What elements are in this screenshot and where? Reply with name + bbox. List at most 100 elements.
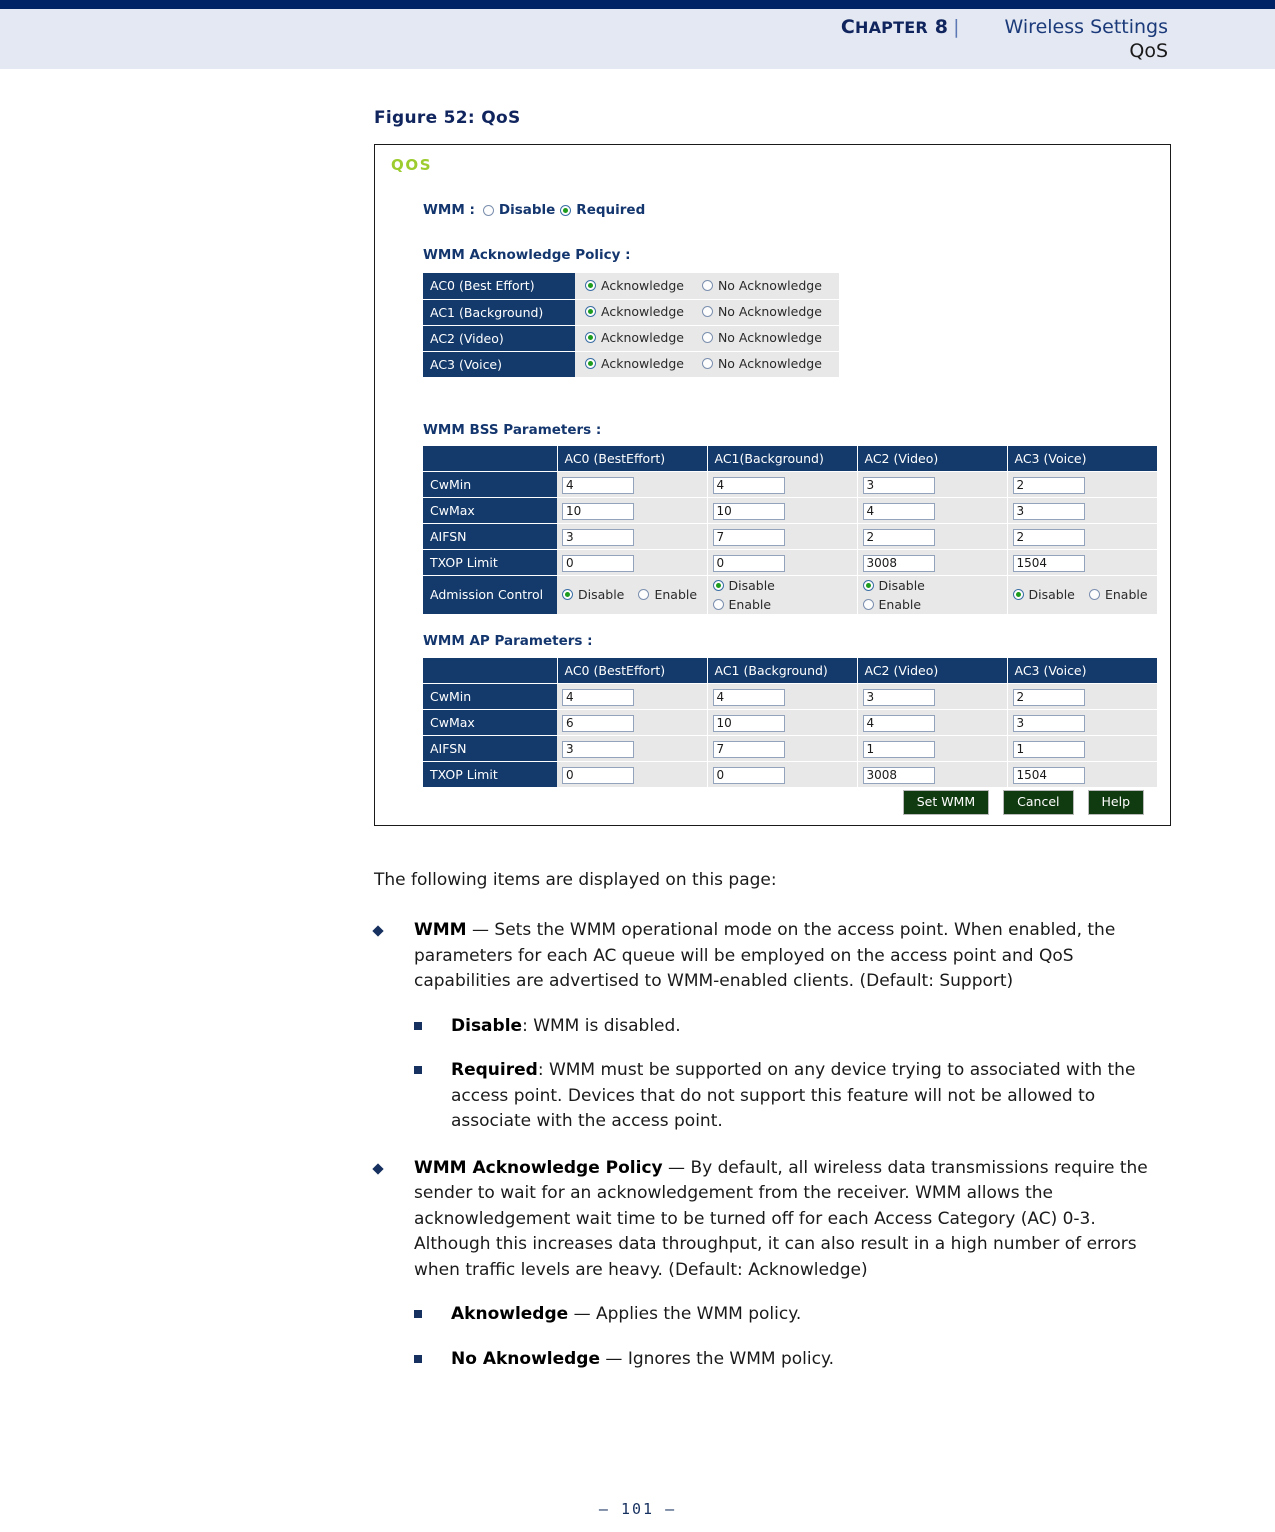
bss-admission-ac1: Disable Enable — [707, 575, 858, 614]
bullet-list: WMM — Sets the WMM operational mode on t… — [372, 918, 1174, 1373]
ap-aifsn-ac2-input[interactable]: 1 — [862, 740, 935, 758]
table-header-row: AC0 (BestEffort) AC1(Background) AC2 (Vi… — [423, 446, 1157, 472]
ap-cwmax-ac3-input[interactable]: 3 — [1012, 714, 1085, 732]
bss-row-label-admission: Admission Control — [423, 575, 557, 614]
bss-cell: 4 — [707, 471, 858, 498]
bss-adm-ac1-radio-enable[interactable] — [712, 598, 724, 610]
ap-cell: 3 — [857, 683, 1008, 710]
bss-adm-ac3-radio-enable[interactable] — [1088, 589, 1100, 600]
ap-aifsn-ac3-input[interactable]: 1 — [1012, 740, 1085, 758]
bss-cell: 10 — [557, 497, 708, 524]
bss-adm-ac1-label-disable: Disable — [728, 577, 775, 593]
bss-txop-ac0-input[interactable]: 0 — [562, 554, 634, 572]
bss-cwmax-ac1-input[interactable]: 10 — [712, 502, 785, 520]
bullet-dash: — — [466, 920, 495, 940]
wmm-radio-required[interactable] — [560, 204, 572, 216]
bss-adm-ac1-label-enable: Enable — [728, 596, 772, 612]
list-item: WMM — Sets the WMM operational mode on t… — [372, 918, 1174, 995]
wmm-radio-disable[interactable] — [482, 204, 494, 216]
bss-aifsn-ac1-input[interactable]: 7 — [712, 528, 785, 546]
table-row: CwMin 4 4 3 2 — [423, 471, 1157, 498]
ap-cwmin-ac2-input[interactable]: 3 — [862, 688, 935, 706]
ack3-radio-no-acknowledge[interactable] — [701, 358, 713, 369]
ap-cell: 2 — [1007, 683, 1157, 710]
subbullet-term: Disable — [451, 1015, 523, 1036]
ap-cell: 4 — [707, 683, 858, 710]
subbullet-dash: : — [537, 1060, 549, 1080]
ap-txop-ac2-input[interactable]: 3008 — [862, 766, 935, 784]
ack2-radio-no-acknowledge[interactable] — [701, 332, 713, 343]
bss-cwmax-ac0-input[interactable]: 10 — [562, 502, 634, 520]
ack2-label-acknowledge: Acknowledge — [601, 330, 684, 345]
ap-cwmax-ac0-input[interactable]: 6 — [562, 714, 634, 732]
ap-txop-ac1-input[interactable]: 0 — [712, 766, 785, 784]
ack-policy-heading: WMM Acknowledge Policy : — [423, 247, 631, 263]
bss-txop-ac1-input[interactable]: 0 — [712, 554, 785, 572]
bss-cell: 3008 — [857, 549, 1008, 576]
ap-cwmin-ac1-input[interactable]: 4 — [712, 688, 785, 706]
bss-cwmin-ac2-input[interactable]: 3 — [862, 476, 935, 494]
ap-cwmin-ac0-input[interactable]: 4 — [562, 688, 634, 706]
ap-aifsn-ac0-input[interactable]: 3 — [562, 740, 634, 758]
list-item: WMM Acknowledge Policy — By default, all… — [372, 1156, 1174, 1284]
bss-adm-ac3-radio-disable[interactable] — [1012, 589, 1024, 600]
ack0-radio-acknowledge[interactable] — [585, 279, 596, 291]
chapter-number: 8 — [934, 16, 949, 38]
help-button[interactable]: Help — [1087, 790, 1144, 815]
ack-row-options: Acknowledge No Acknowledge — [575, 325, 839, 352]
ap-txop-ac3-input[interactable]: 1504 — [1012, 766, 1085, 784]
bss-adm-ac1-radio-disable[interactable] — [712, 579, 724, 591]
bss-txop-ac3-input[interactable]: 1504 — [1012, 554, 1085, 572]
bss-cwmax-ac3-input[interactable]: 3 — [1012, 502, 1085, 520]
ap-col-ac0: AC0 (BestEffort) — [557, 658, 708, 684]
bss-cell: 2 — [1007, 471, 1157, 498]
cancel-button[interactable]: Cancel — [1003, 790, 1074, 815]
table-row: TXOP Limit 0 0 3008 1504 — [423, 549, 1157, 576]
bss-adm-ac0-radio-disable[interactable] — [562, 589, 573, 600]
square-bullet-icon — [414, 1066, 422, 1074]
table-row: CwMax 6 10 4 3 — [423, 709, 1157, 736]
ack0-label-acknowledge: Acknowledge — [601, 277, 684, 293]
table-row: CwMax 10 10 4 3 — [423, 497, 1157, 524]
ack0-radio-no-acknowledge[interactable] — [701, 279, 713, 291]
ap-aifsn-ac1-input[interactable]: 7 — [712, 740, 785, 758]
set-wmm-button[interactable]: Set WMM — [902, 790, 990, 815]
square-bullet-icon — [414, 1310, 422, 1318]
list-item: Disable: WMM is disabled. — [414, 1014, 1174, 1040]
ap-row-label-cwmin: CwMin — [423, 683, 557, 710]
ack2-radio-acknowledge[interactable] — [585, 332, 596, 343]
bss-row-label-txop: TXOP Limit — [423, 549, 557, 576]
bss-aifsn-ac3-input[interactable]: 2 — [1012, 528, 1085, 546]
list-item: No Aknowledge — Ignores the WMM policy. — [414, 1347, 1174, 1373]
bss-adm-ac2-radio-enable[interactable] — [862, 598, 874, 610]
bss-aifsn-ac2-input[interactable]: 2 — [862, 528, 935, 546]
bss-col-ac0: AC0 (BestEffort) — [557, 446, 708, 472]
subbullet-body: WMM must be supported on any device tryi… — [451, 1060, 1136, 1131]
ack-row-options: Acknowledge No Acknowledge — [575, 273, 839, 300]
top-rule-bar — [0, 0, 1275, 9]
figure-caption: Figure 52: QoS — [374, 108, 521, 128]
bss-col-ac2: AC2 (Video) — [857, 446, 1008, 472]
bss-adm-ac2-radio-disable[interactable] — [862, 579, 874, 591]
bss-adm-ac0-radio-enable[interactable] — [638, 589, 650, 600]
bss-cwmin-ac0-input[interactable]: 4 — [562, 476, 634, 494]
ack1-radio-acknowledge[interactable] — [585, 306, 596, 317]
ap-cwmax-ac2-input[interactable]: 4 — [862, 714, 935, 732]
bss-cwmin-ac3-input[interactable]: 2 — [1012, 476, 1085, 494]
bss-cell: 0 — [707, 549, 858, 576]
bss-cwmin-ac1-input[interactable]: 4 — [712, 476, 785, 494]
bss-txop-ac2-input[interactable]: 3008 — [862, 554, 935, 572]
bss-aifsn-ac0-input[interactable]: 3 — [562, 528, 634, 546]
table-row: AIFSN 3 7 1 1 — [423, 735, 1157, 762]
ack1-radio-no-acknowledge[interactable] — [701, 306, 713, 317]
ap-cwmax-ac1-input[interactable]: 10 — [712, 714, 785, 732]
ap-cwmin-ac3-input[interactable]: 2 — [1012, 688, 1085, 706]
ack3-radio-acknowledge[interactable] — [585, 358, 596, 369]
ap-params-heading: WMM AP Parameters : — [423, 633, 593, 649]
list-item: Aknowledge — Applies the WMM policy. — [414, 1302, 1174, 1328]
bullet-term: WMM Acknowledge Policy — [414, 1157, 663, 1178]
bss-adm-ac0-label-enable: Enable — [654, 587, 698, 602]
ap-txop-ac0-input[interactable]: 0 — [562, 766, 634, 784]
bss-cwmax-ac2-input[interactable]: 4 — [862, 502, 935, 520]
